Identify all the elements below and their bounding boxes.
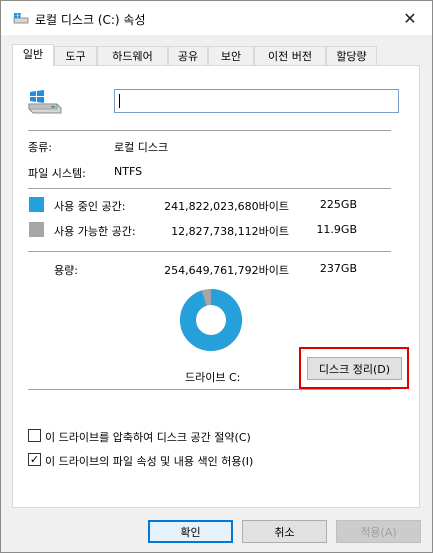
used-space-swatch [29,197,44,212]
drive-name-input[interactable] [114,89,399,113]
cancel-button[interactable]: 취소 [242,520,327,543]
free-space-size: 11.9GB [316,223,357,236]
title-bar: 로컬 디스크 (C:) 속성 ✕ [1,1,432,35]
capacity-bytes: 254,649,761,792바이트 [164,264,289,277]
tab-hardware[interactable]: 하드웨어 [97,46,168,65]
separator [28,251,391,252]
used-space-size: 225GB [319,198,357,211]
compress-checkbox[interactable] [28,429,41,442]
close-button[interactable]: ✕ [388,1,432,35]
free-space-bytes: 12,827,738,112바이트 [171,225,289,238]
free-space-swatch [29,222,44,237]
drive-letter-label: 드라이브 C: [185,371,241,384]
type-label: 종류: [28,141,52,154]
capacity-size: 237GB [319,262,357,275]
used-space-label: 사용 중인 공간: [54,200,126,213]
tab-security[interactable]: 보안 [208,46,254,65]
text-caret [119,94,120,108]
close-icon: ✕ [403,8,417,28]
free-space-label: 사용 가능한 공간: [54,225,136,238]
drive-icon [28,90,62,114]
drive-title-icon [13,13,29,24]
apply-button[interactable]: 적용(A) [336,520,421,543]
type-value: 로컬 디스크 [114,141,169,154]
disk-usage-donut [180,289,242,351]
tab-general[interactable]: 일반 [12,44,54,66]
separator [28,130,391,131]
properties-dialog: 로컬 디스크 (C:) 속성 ✕ 일반 도구 하드웨어 공유 보안 이전 버전 … [0,0,433,553]
ok-button[interactable]: 확인 [148,520,233,543]
donut-used-arc [180,289,242,351]
compress-label[interactable]: 이 드라이브를 압축하여 디스크 공간 절약(C) [45,429,251,445]
tab-tools[interactable]: 도구 [54,46,97,65]
filesystem-label: 파일 시스템: [28,167,86,180]
used-space-bytes: 241,822,023,680바이트 [164,200,289,213]
capacity-label: 용량: [54,264,78,277]
separator [28,389,391,390]
disk-cleanup-button[interactable]: 디스크 정리(D) [307,357,402,380]
tab-sharing[interactable]: 공유 [168,46,208,65]
tab-previous-versions[interactable]: 이전 버전 [254,46,326,65]
window-title: 로컬 디스크 (C:) 속성 [35,13,146,27]
filesystem-value: NTFS [114,165,143,178]
separator [28,188,391,189]
tab-quota[interactable]: 할당량 [326,46,377,65]
index-label[interactable]: 이 드라이브의 파일 속성 및 내용 색인 허용(I) [45,453,253,469]
index-checkbox[interactable]: ✓ [28,453,41,466]
